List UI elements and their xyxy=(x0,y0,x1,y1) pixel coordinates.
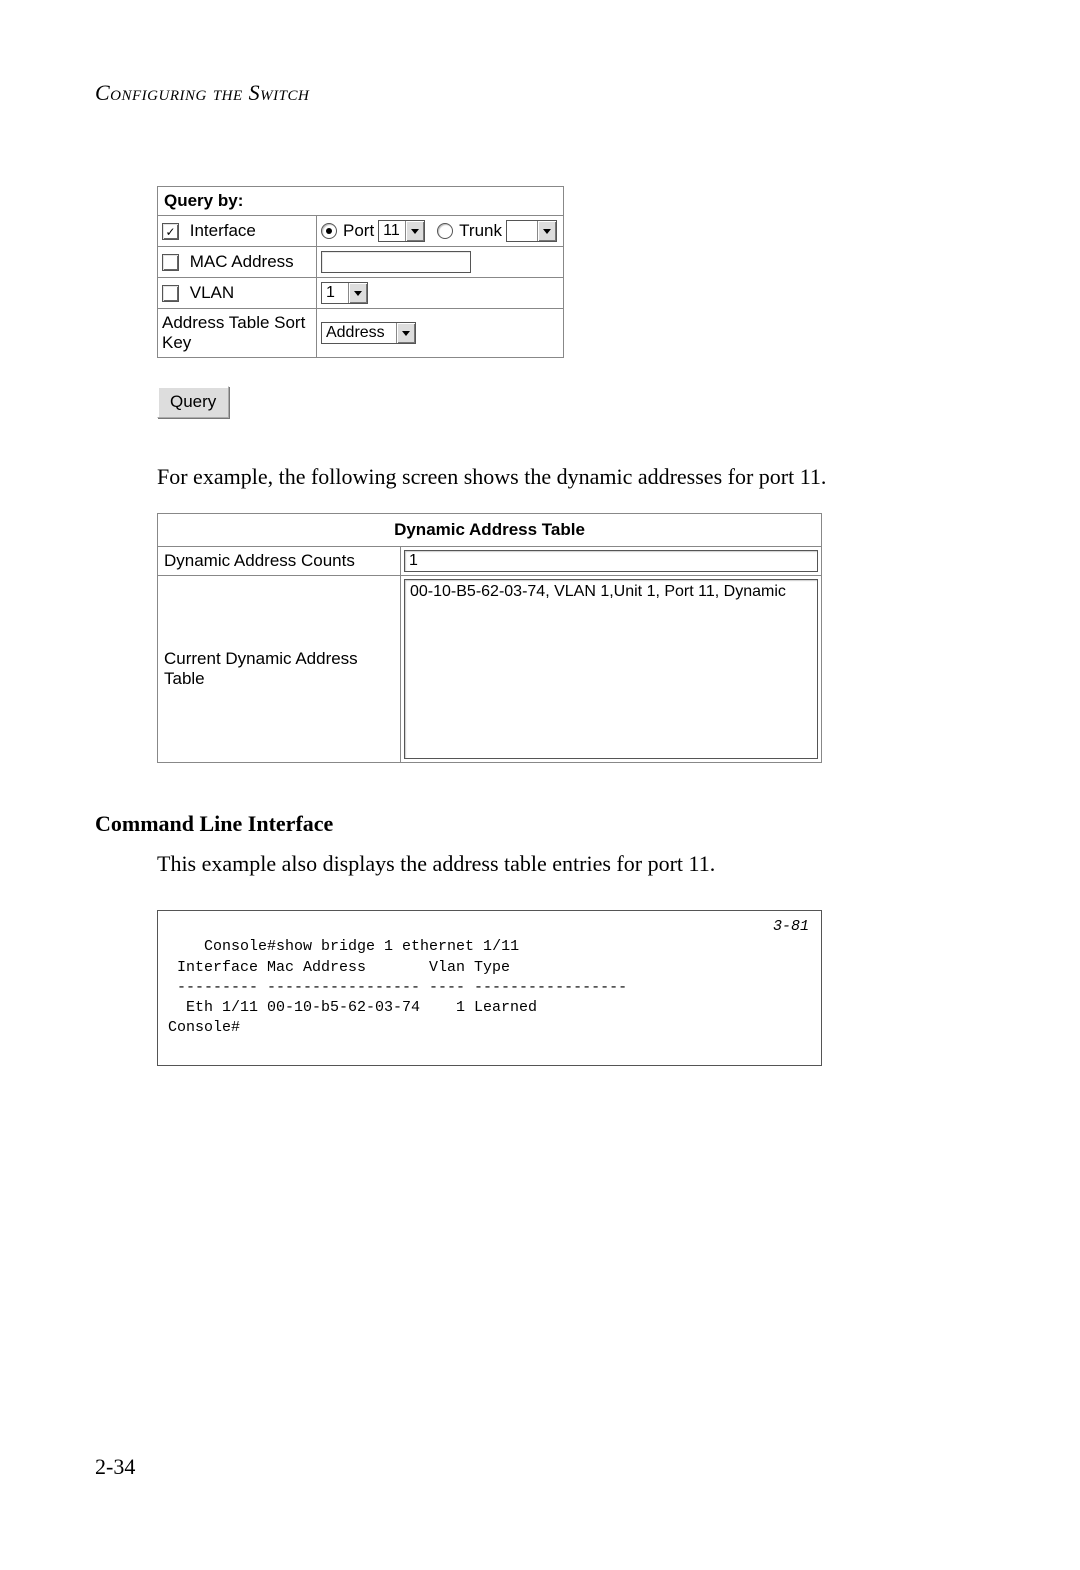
list-item[interactable]: 00-10-B5-62-03-74, VLAN 1,Unit 1, Port 1… xyxy=(410,583,812,601)
dynamic-entries-listbox[interactable]: 00-10-B5-62-03-74, VLAN 1,Unit 1, Port 1… xyxy=(404,579,818,759)
port-radio[interactable] xyxy=(321,223,337,239)
query-panel: Query by: ✓ Interface Port 11 Trunk xyxy=(157,186,564,358)
current-table-label: Current Dynamic Address Table xyxy=(158,576,401,763)
chevron-down-icon[interactable] xyxy=(348,283,367,303)
sortkey-select[interactable]: Address xyxy=(321,322,416,344)
cli-intro: This example also displays the address t… xyxy=(157,847,985,880)
dynamic-table-title: Dynamic Address Table xyxy=(158,514,822,547)
vlan-checkbox[interactable] xyxy=(162,285,179,302)
query-heading: Query by: xyxy=(158,187,564,216)
mac-checkbox[interactable] xyxy=(162,254,179,271)
trunk-label: Trunk xyxy=(459,221,502,241)
chevron-down-icon[interactable] xyxy=(537,221,556,241)
interface-label: Interface xyxy=(190,221,256,240)
query-button[interactable]: Query xyxy=(157,386,229,418)
dynamic-counts-value[interactable]: 1 xyxy=(404,550,818,572)
trunk-select[interactable] xyxy=(506,220,557,242)
interface-checkbox[interactable]: ✓ xyxy=(162,223,179,240)
sortkey-label: Address Table Sort Key xyxy=(158,309,317,358)
mac-input[interactable] xyxy=(321,251,471,273)
mac-label: MAC Address xyxy=(190,252,294,271)
chevron-down-icon[interactable] xyxy=(396,323,415,343)
dynamic-counts-label: Dynamic Address Counts xyxy=(158,547,401,576)
chevron-down-icon[interactable] xyxy=(405,221,424,241)
port-label: Port xyxy=(343,221,374,241)
trunk-radio[interactable] xyxy=(437,223,453,239)
paragraph-example: For example, the following screen shows … xyxy=(157,460,857,493)
console-lines: Console#show bridge 1 ethernet 1/11 Inte… xyxy=(168,938,627,1036)
console-output: 3-81 Console#show bridge 1 ethernet 1/11 … xyxy=(157,910,822,1066)
page-number: 2-34 xyxy=(95,1454,135,1480)
port-select[interactable]: 11 xyxy=(378,220,425,242)
vlan-select[interactable]: 1 xyxy=(321,282,368,304)
cli-heading: Command Line Interface xyxy=(95,811,985,837)
page-header: Configuring the Switch xyxy=(95,80,985,106)
console-ref: 3-81 xyxy=(773,917,809,937)
dynamic-address-table: Dynamic Address Table Dynamic Address Co… xyxy=(157,513,822,763)
vlan-label: VLAN xyxy=(190,283,234,302)
